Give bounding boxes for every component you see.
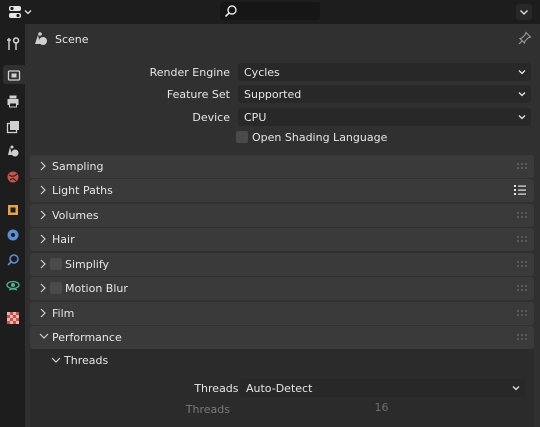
motion-blur-checkbox[interactable]: [50, 282, 62, 294]
camera-back-icon: [7, 69, 21, 81]
drag-handle-icon[interactable]: [517, 212, 529, 220]
threads-count-row: Threads 16: [25, 400, 540, 418]
chevron-right-icon: [40, 308, 46, 318]
tab-world[interactable]: [3, 167, 22, 186]
threads-mode-row: Threads Mode Auto-Detect: [25, 379, 540, 397]
device-dropdown[interactable]: CPU: [238, 108, 531, 126]
threads-mode-dropdown[interactable]: Auto-Detect: [240, 379, 525, 397]
section-motion-blur[interactable]: Motion Blur: [30, 277, 534, 300]
threads-count-label: Threads: [185, 403, 230, 416]
subsection-label: Threads: [64, 354, 109, 367]
checker-icon: [6, 311, 19, 324]
scene-name: Scene: [55, 33, 89, 46]
wrench-icon: [7, 229, 18, 240]
chevron-down-icon: [39, 333, 49, 339]
threads-count-value: 16: [374, 401, 389, 414]
orbit-icon: [5, 280, 20, 291]
drag-handle-icon[interactable]: [517, 285, 529, 293]
drag-handle-icon[interactable]: [517, 310, 529, 318]
tab-scene[interactable]: [3, 141, 22, 160]
chevron-right-icon: [40, 185, 46, 195]
particles-icon: [6, 253, 19, 266]
chevron-down-icon: [518, 70, 526, 75]
section-label: Simplify: [65, 258, 110, 271]
search-input[interactable]: [220, 2, 320, 20]
tab-texture[interactable]: [3, 308, 22, 327]
section-light-paths[interactable]: Light Paths: [30, 179, 534, 202]
render-engine-label: Render Engine: [149, 66, 230, 79]
drag-handle-icon[interactable]: [517, 163, 529, 171]
printer-icon: [7, 95, 18, 107]
simplify-checkbox[interactable]: [50, 258, 62, 270]
section-performance[interactable]: Performance: [30, 326, 534, 349]
tab-view-layer[interactable]: [3, 117, 22, 136]
chevron-down-icon: [51, 357, 61, 363]
tab-render[interactable]: [3, 65, 25, 84]
chevron-right-icon: [40, 283, 46, 293]
render-engine-value: Cycles: [244, 66, 280, 79]
feature-set-label: Feature Set: [166, 88, 230, 101]
feature-set-row: Feature Set Supported: [25, 85, 540, 103]
section-label: Film: [52, 307, 75, 320]
section-volumes[interactable]: Volumes: [30, 204, 534, 227]
drag-handle-icon[interactable]: [517, 261, 529, 269]
properties-tabs: [0, 24, 25, 427]
wrench-screwdriver-icon: [6, 36, 19, 50]
threads-count-field: 16: [238, 400, 525, 416]
scene-icon: [7, 145, 18, 156]
chevron-down-icon: [518, 115, 526, 120]
editor-type-selector[interactable]: [8, 4, 36, 20]
scene-icon: [35, 32, 47, 45]
chevron-down-icon: [518, 92, 526, 97]
chevron-down-icon: [512, 386, 520, 391]
chevron-right-icon: [40, 234, 46, 244]
drag-handle-icon[interactable]: [517, 236, 529, 244]
threads-mode-value: Auto-Detect: [246, 382, 313, 395]
drag-handle-icon[interactable]: [517, 334, 529, 342]
tab-object[interactable]: [3, 200, 22, 219]
subsection-threads[interactable]: Threads: [30, 350, 534, 372]
tab-particles[interactable]: [3, 250, 22, 269]
section-label: Motion Blur: [65, 282, 128, 295]
context-breadcrumb: Scene: [25, 24, 540, 54]
chevron-down-icon: [520, 10, 528, 15]
presets-list-icon[interactable]: [513, 183, 527, 197]
tab-tool[interactable]: [3, 34, 22, 53]
globe-icon: [7, 171, 18, 182]
chevron-down-icon: [24, 10, 32, 15]
properties-editor-icon: [9, 6, 21, 18]
section-film[interactable]: Film: [30, 302, 534, 325]
section-label: Volumes: [52, 209, 99, 222]
images-icon: [6, 120, 19, 133]
pin-icon[interactable]: [518, 31, 532, 45]
square-icon: [7, 204, 18, 215]
options-dropdown-button[interactable]: [516, 4, 532, 20]
device-row: Device CPU: [25, 108, 540, 126]
feature-set-dropdown[interactable]: Supported: [238, 85, 531, 103]
section-label: Sampling: [52, 160, 104, 173]
tab-modifiers[interactable]: [3, 225, 22, 244]
chevron-right-icon: [40, 259, 46, 269]
render-engine-row: Render Engine Cycles: [25, 63, 540, 81]
search-icon: [224, 5, 237, 18]
properties-header: [0, 0, 540, 24]
feature-set-value: Supported: [244, 88, 302, 101]
device-value: CPU: [244, 111, 267, 124]
device-label: Device: [192, 111, 230, 124]
tab-physics[interactable]: [3, 275, 22, 294]
section-label: Light Paths: [52, 184, 113, 197]
properties-panel: Scene Render Engine Cycles Feature Set S…: [25, 24, 540, 427]
chevron-right-icon: [40, 161, 46, 171]
section-label: Performance: [52, 331, 122, 344]
section-hair[interactable]: Hair: [30, 228, 534, 251]
render-engine-dropdown[interactable]: Cycles: [238, 63, 531, 81]
chevron-right-icon: [40, 210, 46, 220]
tab-output[interactable]: [3, 91, 22, 110]
osl-label[interactable]: Open Shading Language: [252, 131, 387, 144]
section-label: Hair: [52, 233, 75, 246]
section-sampling[interactable]: Sampling: [30, 155, 534, 178]
section-simplify[interactable]: Simplify: [30, 253, 534, 276]
osl-checkbox[interactable]: [236, 131, 248, 143]
